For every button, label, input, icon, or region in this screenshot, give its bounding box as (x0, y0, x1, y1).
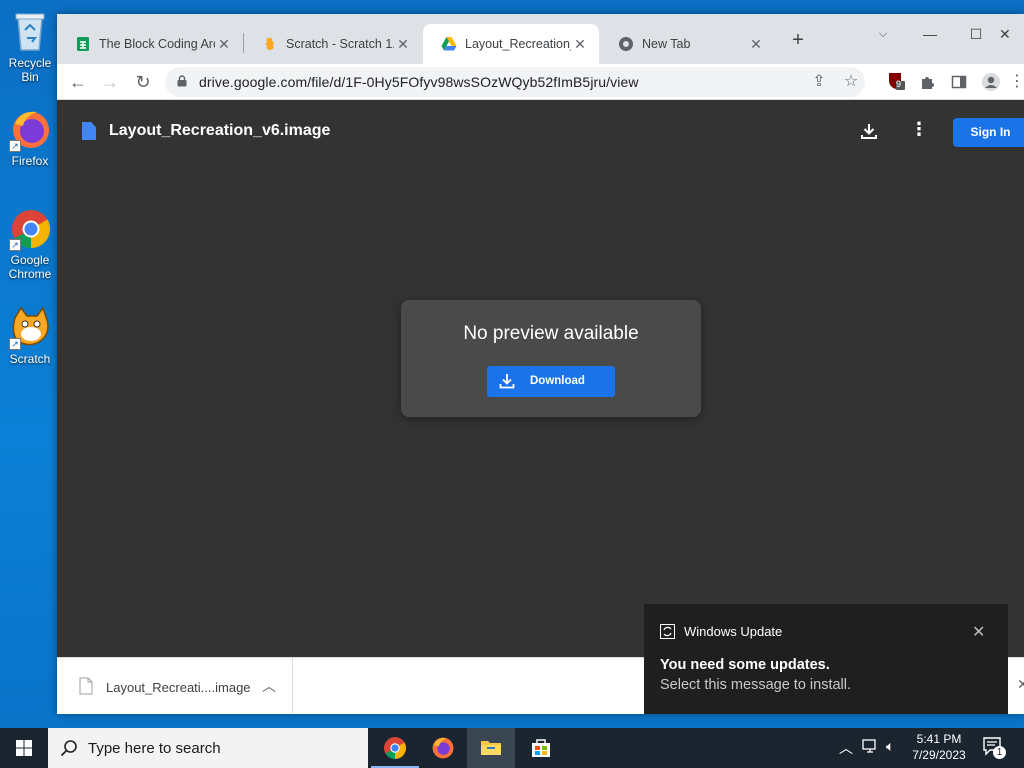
search-icon (60, 740, 77, 757)
start-button[interactable] (0, 728, 48, 768)
tab-title: Scratch - Scratch 1.4 (286, 37, 394, 51)
desktop-icon-scratch[interactable]: ↗ Scratch (0, 304, 60, 366)
more-options-icon[interactable]: ⋮ (910, 119, 928, 140)
file-icon (79, 677, 93, 695)
minimize-button[interactable]: — (907, 20, 953, 48)
chrome-icon (384, 737, 406, 759)
notification-body: Select this message to install. (660, 677, 852, 693)
download-icon (499, 374, 515, 389)
clock-time: 5:41 PM (916, 732, 962, 746)
clock-date: 7/29/2023 (912, 748, 966, 762)
tab-title: Layout_Recreation_v6 (465, 37, 571, 51)
url-text: drive.google.com/file/d/1F-0Hy5FOfyv98ws… (199, 74, 639, 90)
scratch-icon: ↗ (7, 304, 53, 350)
sign-in-button[interactable]: Sign In (953, 118, 1024, 147)
viewer-header: Layout_Recreation_v6.image ⋮ Sign In (57, 100, 1024, 160)
drive-file-viewer: Layout_Recreation_v6.image ⋮ Sign In No … (57, 100, 1024, 657)
recycle-bin-icon (7, 8, 53, 54)
shortcut-arrow-icon: ↗ (9, 140, 21, 152)
taskbar-file-explorer[interactable] (467, 728, 515, 768)
taskbar-search-box[interactable]: Type here to search (48, 728, 368, 768)
notification-headline: You need some updates. (660, 657, 830, 673)
extension-badge: 9 (896, 79, 902, 89)
chevron-up-icon[interactable]: ︿ (262, 676, 276, 696)
chrome-favicon-icon (619, 37, 633, 51)
download-file-name: Layout_Recreati....image (106, 680, 251, 695)
tab-block-coding[interactable]: The Block Coding Arc ✕ (57, 24, 243, 64)
back-arrow-icon[interactable]: ← (64, 68, 92, 96)
more-menu-icon[interactable]: ⋮ (1009, 70, 1024, 94)
firefox-icon: ↗ (7, 106, 53, 152)
windows-logo-icon (16, 740, 32, 756)
shortcut-arrow-icon: ↗ (9, 338, 21, 350)
chrome-icon: ↗ (7, 205, 53, 251)
network-icon[interactable] (862, 738, 880, 757)
side-panel-icon[interactable] (947, 70, 971, 94)
search-placeholder: Type here to search (88, 740, 221, 757)
firefox-icon (432, 737, 454, 759)
no-preview-message: No preview available (463, 323, 639, 344)
close-tab-icon[interactable]: ✕ (747, 36, 765, 53)
tab-new-tab[interactable]: New Tab ✕ (600, 24, 775, 64)
download-icon[interactable] (860, 122, 878, 140)
extensions-puzzle-icon[interactable] (915, 70, 939, 94)
share-icon[interactable]: ⇪ (807, 70, 831, 94)
address-bar[interactable]: drive.google.com/file/d/1F-0Hy5FOfyv98ws… (165, 67, 865, 97)
desktop-icon-chrome[interactable]: ↗ Google Chrome (0, 205, 60, 281)
windows-update-notification[interactable]: Windows Update ✕ You need some updates. … (644, 604, 1008, 714)
system-clock[interactable]: 5:41 PM 7/29/2023 (902, 731, 976, 763)
desktop-icon-label: Google Chrome (8, 253, 52, 281)
forward-arrow-icon[interactable]: → (96, 68, 124, 96)
file-title: Layout_Recreation_v6.image (109, 122, 331, 139)
profile-avatar-icon[interactable] (979, 70, 1003, 94)
close-window-button[interactable]: ✕ (999, 20, 1024, 48)
desktop-icon-firefox[interactable]: ↗ Firefox (0, 106, 60, 168)
taskbar-firefox[interactable] (419, 728, 467, 768)
download-button[interactable]: Download (487, 366, 615, 397)
close-tab-icon[interactable]: ✕ (571, 36, 589, 53)
notification-count-badge: 1 (993, 746, 1006, 759)
tab-strip: The Block Coding Arc ✕ Scratch - Scratch… (57, 14, 1024, 64)
windows-update-icon (660, 624, 675, 639)
show-hidden-icons-chevron-icon[interactable]: ︿ (839, 738, 853, 758)
taskbar-chrome[interactable] (371, 728, 419, 768)
taskbar: Type here to search ︿ 🔈︎ 5:41 PM 7/29/20… (0, 728, 1024, 768)
download-item[interactable]: Layout_Recreati....image ︿ (57, 658, 293, 714)
volume-icon[interactable]: 🔈︎ (886, 738, 894, 755)
google-sheets-icon (77, 37, 89, 51)
browser-toolbar: ← → ↻ drive.google.com/file/d/1F-0Hy5FOf… (57, 64, 1024, 100)
close-notification-icon[interactable]: ✕ (972, 622, 985, 642)
ublock-extension-icon[interactable]: 9 (883, 70, 907, 94)
shortcut-arrow-icon: ↗ (9, 239, 21, 251)
lock-icon (177, 75, 187, 87)
bookmark-star-icon[interactable]: ☆ (839, 70, 863, 94)
tab-scratch[interactable]: Scratch - Scratch 1.4 ✕ (244, 24, 422, 64)
notification-app-name: Windows Update (684, 624, 783, 639)
scratch-favicon-icon (265, 37, 274, 50)
no-preview-card: No preview available Download (401, 300, 701, 417)
new-tab-button[interactable]: + (775, 26, 821, 54)
close-shelf-icon[interactable]: ✕ (1017, 676, 1024, 693)
download-label: Download (530, 375, 585, 387)
taskbar-microsoft-store[interactable] (517, 728, 565, 768)
close-tab-icon[interactable]: ✕ (215, 36, 233, 53)
tab-title: New Tab (642, 37, 691, 51)
tab-search-chevron-icon[interactable]: ⌵ (860, 20, 906, 48)
desktop-icon-recycle-bin[interactable]: Recycle Bin (0, 8, 60, 84)
action-center-button[interactable]: 1 (982, 736, 1006, 760)
store-icon (532, 739, 550, 757)
close-tab-icon[interactable]: ✕ (394, 36, 412, 53)
desktop-icon-label: Firefox (11, 154, 49, 168)
reload-icon[interactable]: ↻ (129, 68, 157, 96)
desktop-icon-label: Scratch (9, 352, 51, 366)
tab-layout-recreation[interactable]: Layout_Recreation_v6 ✕ (423, 24, 599, 64)
google-drive-icon (441, 37, 457, 51)
tab-title: The Block Coding Arc (99, 37, 215, 51)
desktop-icon-label: Recycle Bin (8, 56, 52, 84)
maximize-button[interactable]: ☐ (953, 20, 999, 48)
folder-icon (481, 741, 501, 755)
file-icon (82, 122, 96, 140)
